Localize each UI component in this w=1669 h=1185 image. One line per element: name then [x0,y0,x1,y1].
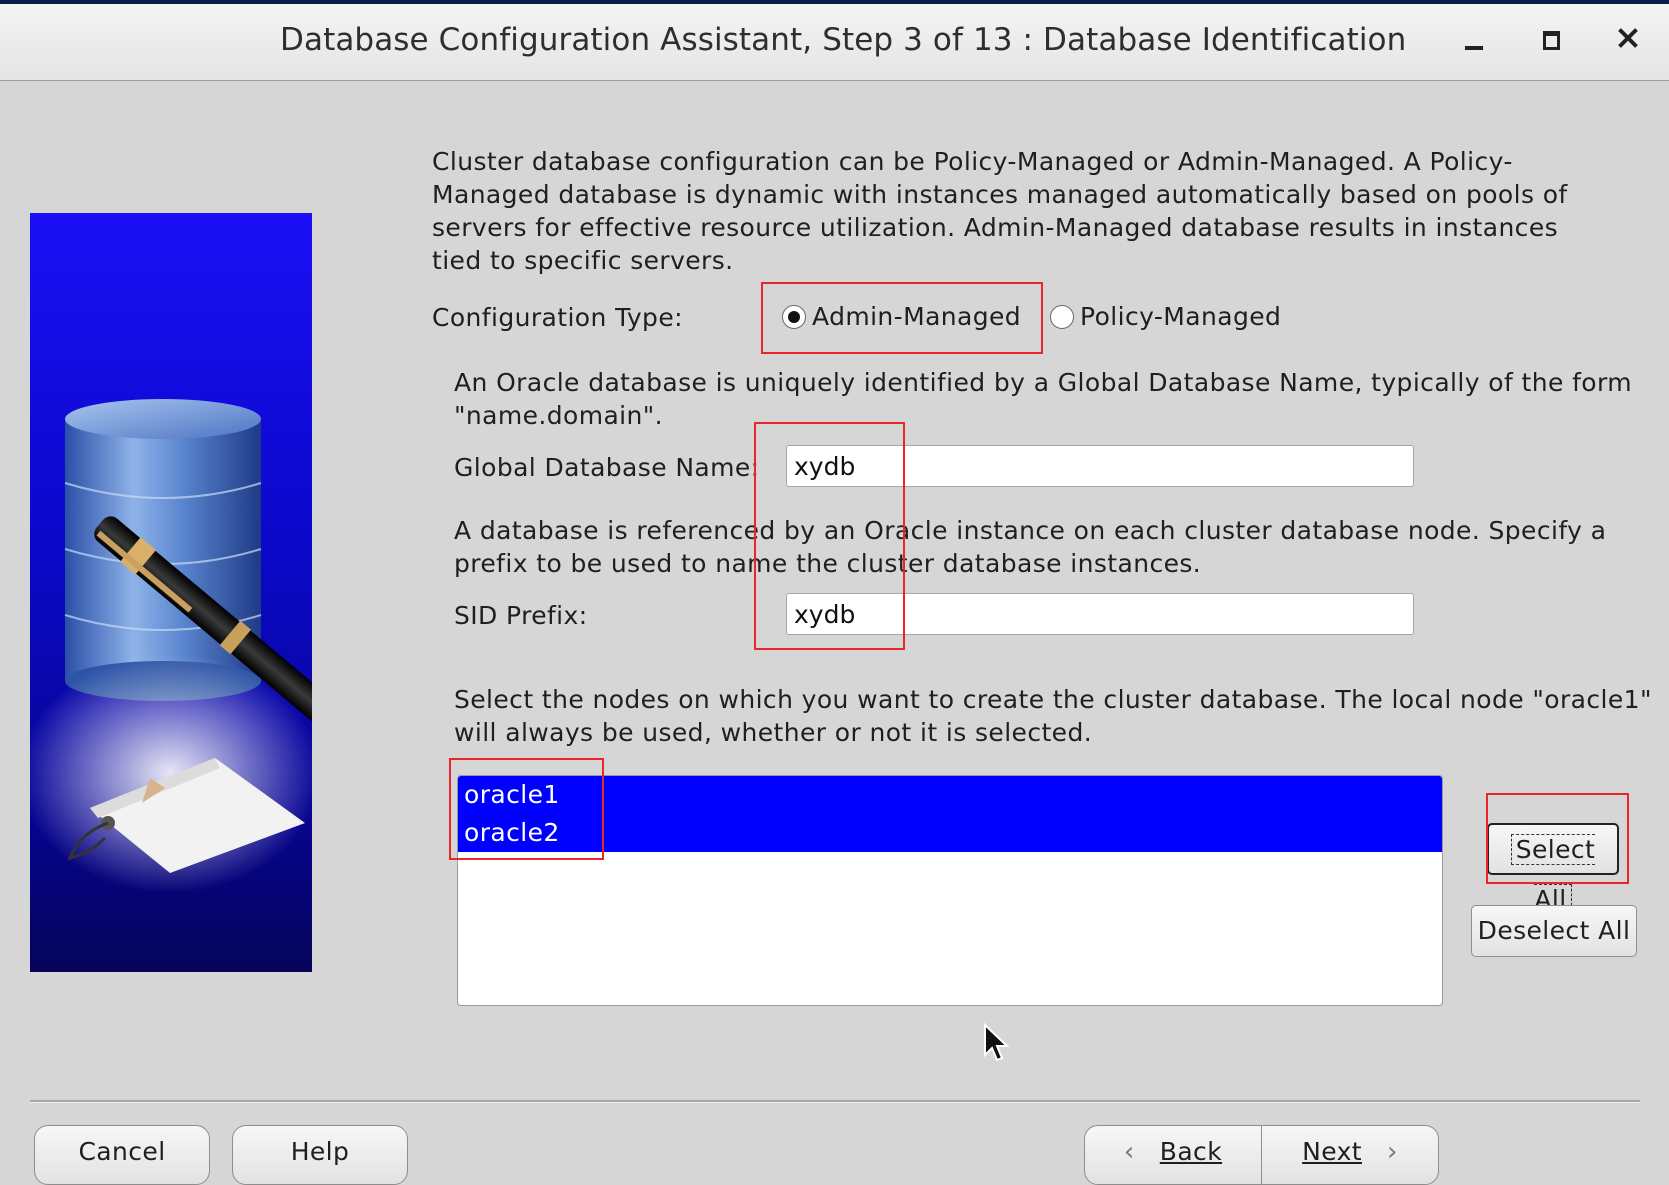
node-list[interactable]: oracle1 oracle2 [457,775,1443,1006]
sid-prefix-field[interactable] [786,593,1414,635]
next-button[interactable]: Next › [1261,1125,1439,1185]
mouse-pointer-icon [984,1023,1009,1062]
select-all-label: Select All [1510,834,1596,915]
chevron-left-icon: ‹ [1123,1137,1135,1167]
node-list-item[interactable]: oracle2 [458,814,1442,852]
minimize-icon[interactable] [1455,20,1495,60]
cluster-config-description: Cluster database configuration can be Po… [432,147,1568,275]
admin-managed-radio[interactable]: Admin-Managed [782,302,1021,331]
back-label: Back [1159,1137,1223,1166]
maximize-icon[interactable] [1532,20,1572,60]
node-list-item[interactable]: oracle1 [458,776,1442,814]
global-db-name-label: Global Database Name: [454,453,760,482]
policy-managed-radio[interactable]: Policy-Managed [1050,302,1281,331]
admin-managed-label: Admin-Managed [812,302,1022,331]
sid-prefix-label: SID Prefix: [454,601,588,630]
window-title: Database Configuration Assistant, Step 3… [280,22,1407,58]
help-button[interactable]: Help [232,1125,408,1185]
select-all-button[interactable]: Select All [1487,823,1619,915]
close-icon[interactable] [1608,20,1648,60]
node-selection-description: Select the nodes on which you want to cr… [454,685,1652,747]
sid-prefix-description: A database is referenced by an Oracle in… [454,516,1607,578]
configuration-type-label: Configuration Type: [432,303,683,332]
policy-managed-radio-button[interactable] [1050,304,1074,329]
database-icon [30,399,312,893]
title-bar[interactable]: Database Configuration Assistant, Step 3… [0,4,1669,81]
footer-separator [30,1100,1640,1103]
cancel-button[interactable]: Cancel [34,1125,210,1185]
admin-managed-radio-button[interactable] [782,304,806,329]
back-button[interactable]: ‹ Back [1084,1125,1262,1185]
global-db-name-field[interactable] [786,445,1414,487]
database-pen-illustration [30,213,312,972]
global-db-name-description: An Oracle database is uniquely identifie… [454,368,1632,430]
policy-managed-label: Policy-Managed [1080,302,1282,331]
next-label: Next [1302,1137,1362,1166]
chevron-right-icon: › [1387,1137,1398,1167]
deselect-all-button[interactable]: Deselect All [1471,905,1637,957]
